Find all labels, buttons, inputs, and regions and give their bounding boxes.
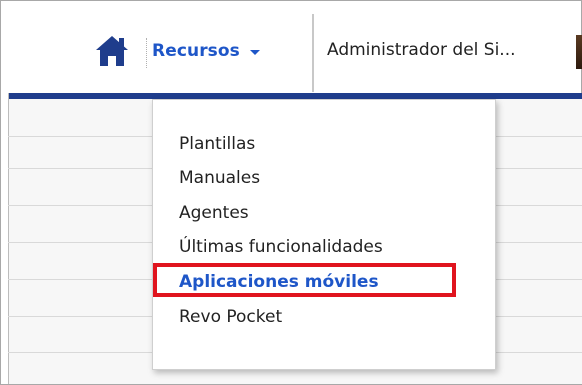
menu-item-ultimas-funcionalidades[interactable]: Últimas funcionalidades — [179, 237, 383, 257]
nav-divider — [312, 14, 314, 92]
home-icon[interactable] — [94, 34, 130, 68]
menu-item-agentes[interactable]: Agentes — [179, 203, 249, 223]
caret-down-icon — [249, 49, 260, 55]
resources-dropdown-menu: Plantillas Manuales Agentes Últimas func… — [152, 99, 496, 370]
user-name[interactable]: Administrador del Si... — [327, 40, 516, 60]
avatar[interactable] — [576, 35, 582, 69]
menu-item-revo-pocket[interactable]: Revo Pocket — [179, 307, 282, 327]
menu-item-plantillas[interactable]: Plantillas — [179, 134, 255, 154]
menu-item-manuales[interactable]: Manuales — [179, 168, 260, 188]
resources-menu-button[interactable]: Recursos — [152, 36, 260, 66]
resources-menu-label: Recursos — [152, 41, 240, 61]
nav-separator — [146, 38, 148, 68]
highlight-box — [153, 263, 456, 297]
